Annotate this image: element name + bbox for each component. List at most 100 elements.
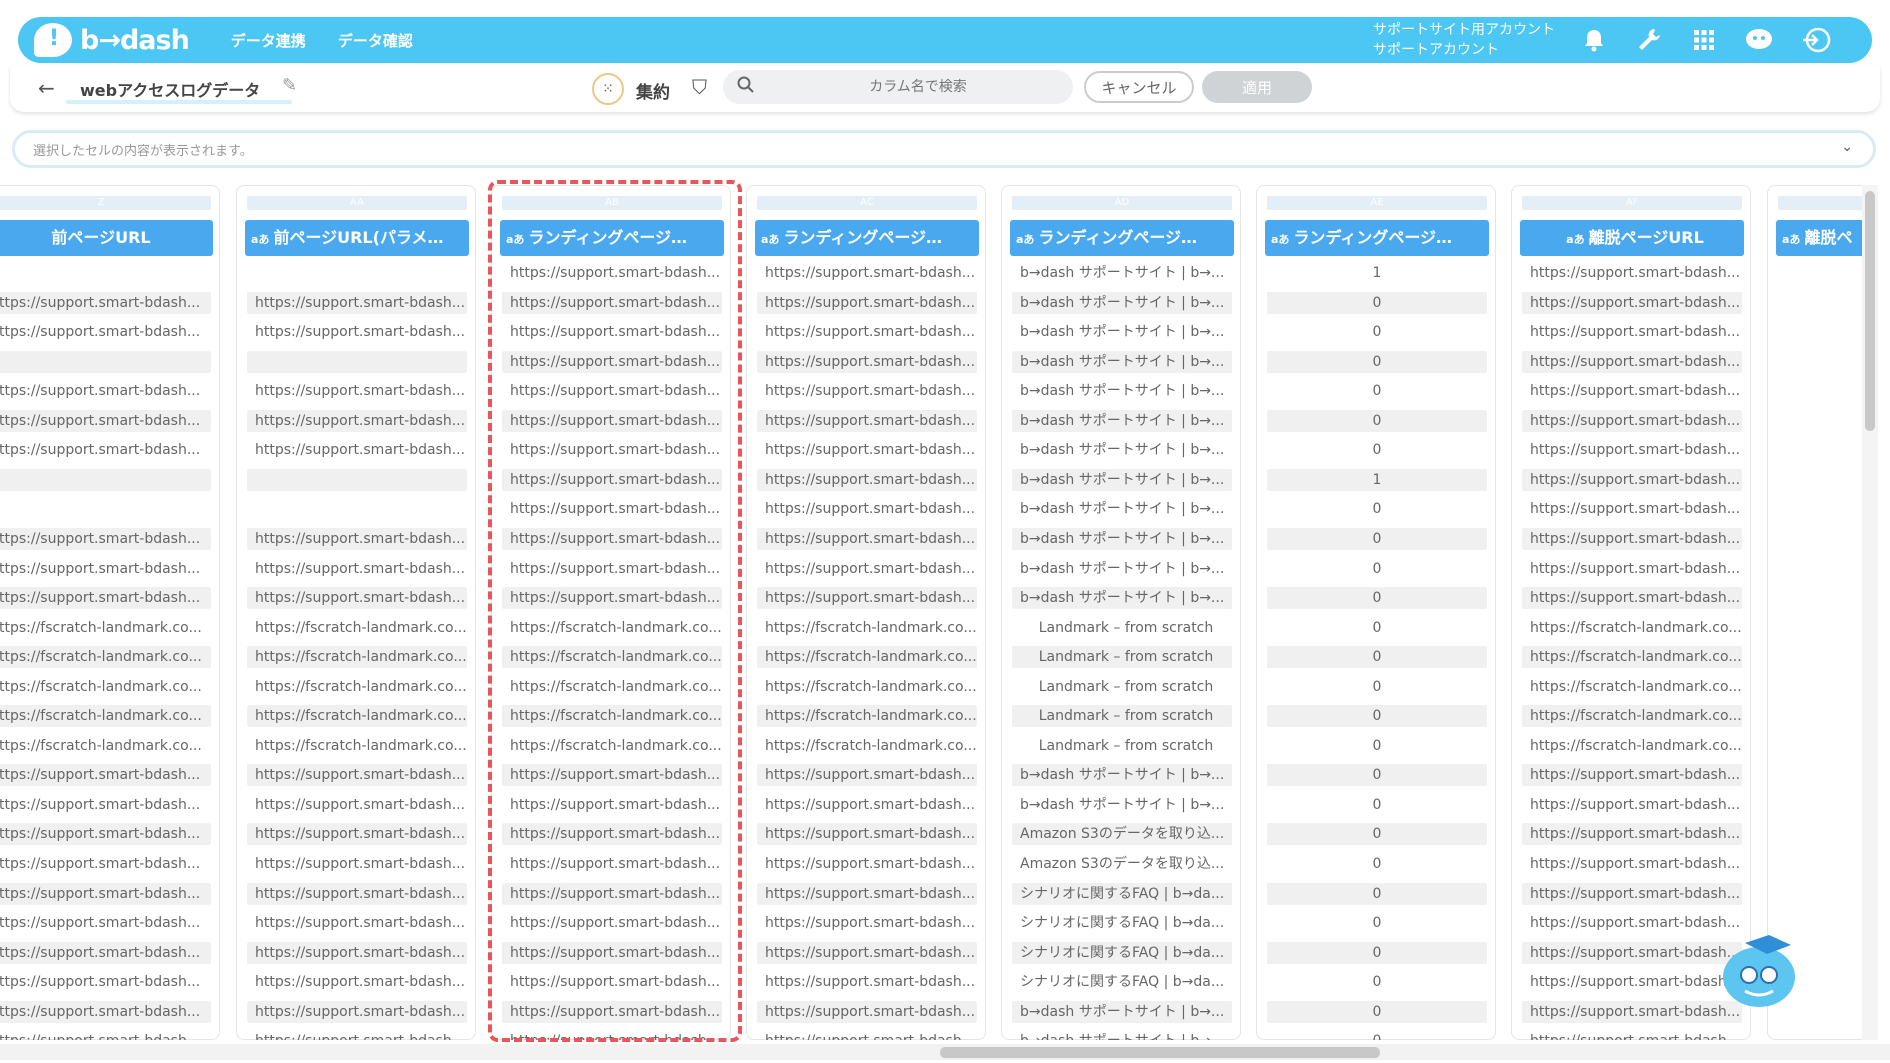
table-cell[interactable]: b→dash サポートサイト | b→...	[1012, 764, 1232, 787]
table-cell[interactable]: https://support.smart-bdash...	[757, 321, 977, 343]
table-cell[interactable]: ttps://support.smart-bdash...	[0, 882, 211, 905]
table-cell[interactable]: https://support.smart-bdash...	[502, 1000, 722, 1023]
table-cell[interactable]: https://support.smart-bdash...	[502, 439, 722, 461]
table-cell[interactable]: b→dash サポートサイト | b→...	[1012, 1030, 1232, 1040]
column-search-input[interactable]	[773, 70, 1063, 104]
table-cell[interactable]: https://support.smart-bdash...	[247, 823, 467, 846]
table-cell[interactable]: 0	[1267, 646, 1487, 669]
column-header[interactable]: aあ ランディングページ…	[500, 220, 724, 256]
table-cell[interactable]: b→dash サポートサイト | b→...	[1012, 291, 1232, 314]
table-cell[interactable]: https://support.smart-bdash...	[757, 1030, 977, 1040]
table-cell[interactable]: https://fscratch-landmark.co...	[502, 735, 722, 757]
table-cell[interactable]: ttps://support.smart-bdash...	[0, 912, 211, 934]
table-cell[interactable]: https://fscratch-landmark.co...	[757, 735, 977, 757]
table-cell[interactable]: https://fscratch-landmark.co...	[1522, 705, 1742, 728]
table-cell[interactable]: https://support.smart-bdash...	[502, 794, 722, 816]
table-cell[interactable]: 0	[1267, 941, 1487, 964]
table-cell[interactable]: https://support.smart-bdash...	[1522, 587, 1742, 610]
table-cell[interactable]: https://fscratch-landmark.co...	[502, 646, 722, 669]
table-cell[interactable]: https://support.smart-bdash...	[757, 380, 977, 402]
table-cell[interactable]: https://support.smart-bdash...	[1522, 321, 1742, 343]
table-cell[interactable]	[0, 498, 211, 520]
table-cell[interactable]: https://support.smart-bdash...	[1522, 468, 1742, 491]
table-cell[interactable]	[0, 350, 211, 373]
column-header[interactable]: aあ ランディングページ…	[755, 220, 979, 256]
table-cell[interactable]: https://support.smart-bdash...	[757, 794, 977, 816]
table-cell[interactable]: 0	[1267, 617, 1487, 639]
table-cell[interactable]: https://fscratch-landmark.co...	[247, 735, 467, 757]
table-cell[interactable]: Landmark – from scratch	[1012, 646, 1232, 669]
table-cell[interactable]: https://support.smart-bdash...	[247, 882, 467, 905]
table-cell[interactable]: ttps://support.smart-bdash...	[0, 823, 211, 846]
table-cell[interactable]: 0	[1267, 823, 1487, 846]
table-cell[interactable]: https://support.smart-bdash...	[502, 350, 722, 373]
table-cell[interactable]: ttps://support.smart-bdash...	[0, 794, 211, 816]
table-cell[interactable]: https://support.smart-bdash...	[502, 823, 722, 846]
table-cell[interactable]: https://support.smart-bdash...	[502, 321, 722, 343]
table-cell[interactable]: ttps://fscratch-landmark.co...	[0, 617, 211, 639]
table-cell[interactable]: ttps://support.smart-bdash...	[0, 853, 211, 875]
wrench-icon[interactable]	[1633, 25, 1665, 55]
selected-cell-bar[interactable]: 選択したセルの内容が表示されます。 ⌄	[12, 130, 1876, 168]
table-cell[interactable]: Amazon S3のデータを取り込...	[1012, 823, 1232, 846]
chat-icon[interactable]	[1743, 25, 1775, 55]
table-cell[interactable]: https://fscratch-landmark.co...	[757, 705, 977, 728]
table-cell[interactable]: b→dash サポートサイト | b→...	[1012, 587, 1232, 610]
table-cell[interactable]: https://fscratch-landmark.co...	[247, 676, 467, 698]
table-cell[interactable]: 0	[1267, 558, 1487, 580]
table-cell[interactable]: https://support.smart-bdash...	[1522, 439, 1742, 461]
table-cell[interactable]: シナリオに関するFAQ | b→da...	[1012, 971, 1232, 993]
vertical-scroll-thumb[interactable]	[1865, 191, 1875, 431]
table-cell[interactable]: https://support.smart-bdash...	[757, 853, 977, 875]
table-cell[interactable]	[247, 350, 467, 373]
horizontal-scroll-thumb[interactable]	[940, 1047, 1380, 1058]
table-cell[interactable]	[247, 498, 467, 520]
table-cell[interactable]: https://support.smart-bdash...	[502, 764, 722, 787]
table-cell[interactable]: https://support.smart-bdash...	[502, 262, 722, 284]
table-cell[interactable]: シナリオに関するFAQ | b→da...	[1012, 941, 1232, 964]
column-header[interactable]: aあ 前ページURL(パラメ…	[245, 220, 469, 256]
table-cell[interactable]: b→dash サポートサイト | b→...	[1012, 350, 1232, 373]
table-cell[interactable]: 0	[1267, 794, 1487, 816]
table-cell[interactable]: https://support.smart-bdash...	[1522, 823, 1742, 846]
table-cell[interactable]: 0	[1267, 587, 1487, 610]
table-cell[interactable]: https://fscratch-landmark.co...	[1522, 617, 1742, 639]
table-cell[interactable]: https://support.smart-bdash...	[247, 1000, 467, 1023]
table-cell[interactable]: https://support.smart-bdash...	[247, 794, 467, 816]
table-cell[interactable]: Landmark – from scratch	[1012, 705, 1232, 728]
table-cell[interactable]: 0	[1267, 380, 1487, 402]
table-cell[interactable]: シナリオに関するFAQ | b→da...	[1012, 912, 1232, 934]
table-cell[interactable]: 0	[1267, 291, 1487, 314]
table-cell[interactable]: 1	[1267, 468, 1487, 491]
table-cell[interactable]: https://support.smart-bdash...	[757, 558, 977, 580]
table-cell[interactable]: https://support.smart-bdash...	[502, 468, 722, 491]
column-header[interactable]: aあ 離脱ページURL	[1520, 220, 1744, 256]
table-cell[interactable]: https://support.smart-bdash...	[757, 439, 977, 461]
table-cell[interactable]: 0	[1267, 527, 1487, 550]
mascot-helper-icon[interactable]	[1715, 925, 1805, 1015]
table-cell[interactable]: 0	[1267, 971, 1487, 993]
table-cell[interactable]: https://support.smart-bdash...	[757, 262, 977, 284]
table-cell[interactable]: https://support.smart-bdash...	[247, 587, 467, 610]
table-cell[interactable]: https://fscratch-landmark.co...	[1522, 735, 1742, 757]
table-cell[interactable]: 0	[1267, 882, 1487, 905]
table-cell[interactable]: 0	[1267, 1030, 1487, 1040]
table-cell[interactable]: b→dash サポートサイト | b→...	[1012, 439, 1232, 461]
table-cell[interactable]: https://support.smart-bdash...	[1522, 1000, 1742, 1023]
table-cell[interactable]: https://support.smart-bdash...	[247, 439, 467, 461]
table-cell[interactable]: https://support.smart-bdash...	[1522, 764, 1742, 787]
table-cell[interactable]: b→dash サポートサイト | b→...	[1012, 409, 1232, 432]
table-cell[interactable]: https://support.smart-bdash...	[757, 1000, 977, 1023]
table-cell[interactable]: ttps://support.smart-bdash...	[0, 439, 211, 461]
table-cell[interactable]: ttps://support.smart-bdash...	[0, 558, 211, 580]
table-cell[interactable]: https://support.smart-bdash...	[247, 527, 467, 550]
table-cell[interactable]: https://support.smart-bdash...	[502, 941, 722, 964]
table-cell[interactable]: 0	[1267, 735, 1487, 757]
table-cell[interactable]: b→dash サポートサイト | b→...	[1012, 558, 1232, 580]
table-cell[interactable]: https://support.smart-bdash...	[1522, 380, 1742, 402]
table-cell[interactable]	[247, 262, 467, 284]
table-cell[interactable]: https://fscratch-landmark.co...	[757, 617, 977, 639]
horizontal-scrollbar[interactable]	[0, 1044, 1890, 1060]
table-cell[interactable]: https://support.smart-bdash...	[247, 971, 467, 993]
table-cell[interactable]: https://support.smart-bdash...	[247, 941, 467, 964]
